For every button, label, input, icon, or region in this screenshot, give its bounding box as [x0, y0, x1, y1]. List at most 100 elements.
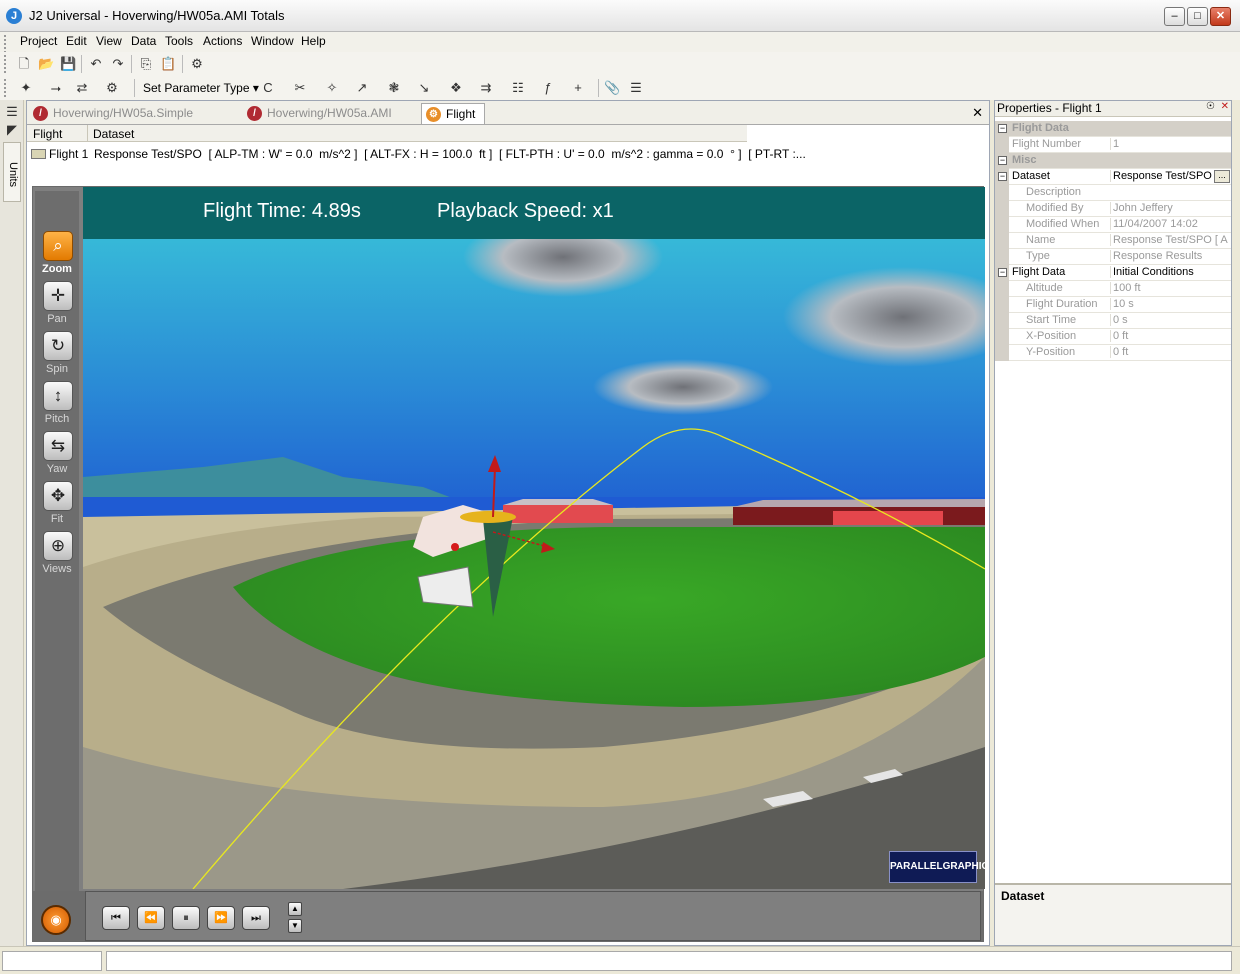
- spin-label: Spin: [45, 363, 69, 375]
- menu-edit[interactable]: Edit: [66, 34, 87, 48]
- function-icon[interactable]: ƒ: [540, 80, 556, 96]
- property-name: Misc: [1012, 154, 1037, 166]
- copy-icon[interactable]: ⎘: [138, 56, 154, 72]
- graph-tool-icon[interactable]: ⭢: [48, 80, 64, 96]
- rotor-icon[interactable]: ✧: [324, 80, 340, 96]
- paste-icon[interactable]: 📋: [160, 56, 176, 72]
- navigation-toolbar: ⌕ Zoom ✛ Pan ↻ Spin ↕ Pitch ⇆ Yaw ✥ Fit …: [35, 191, 79, 937]
- hoverwing-icon: /: [247, 106, 262, 121]
- menu-help[interactable]: Help: [301, 34, 326, 48]
- property-row[interactable]: Modified When 11/04/2007 14:02: [995, 217, 1231, 233]
- camera-icon[interactable]: ◉: [41, 905, 71, 935]
- engine-icon[interactable]: ❃: [386, 80, 402, 96]
- property-row[interactable]: Type Response Results: [995, 249, 1231, 265]
- fast-forward-button[interactable]: ⏩: [207, 906, 235, 930]
- tab-flight-1[interactable]: ⚙ Flight 1: [421, 103, 485, 141]
- collapse-icon[interactable]: −: [998, 124, 1007, 133]
- axis-icon[interactable]: ↘: [416, 80, 432, 96]
- menu-window[interactable]: Window: [251, 34, 294, 48]
- property-category[interactable]: − Misc: [995, 153, 1231, 169]
- pin-icon[interactable]: ☉: [1206, 101, 1215, 112]
- explorer-icon[interactable]: ☰: [4, 104, 20, 120]
- minimize-button[interactable]: –: [1164, 7, 1185, 26]
- open-folder-icon[interactable]: 📂: [38, 56, 54, 72]
- property-value[interactable]: Initial Conditions: [1110, 266, 1229, 278]
- speed-up-icon[interactable]: ▲: [288, 902, 302, 916]
- close-button[interactable]: ✕: [1210, 7, 1231, 26]
- settings-gear-icon[interactable]: ⚙: [104, 80, 120, 96]
- speed-down-icon[interactable]: ▼: [288, 919, 302, 933]
- link-tool-icon[interactable]: ⇄: [74, 80, 90, 96]
- skip-to-start-button[interactable]: ⏮: [102, 906, 130, 930]
- menu-view[interactable]: View: [96, 34, 122, 48]
- column-header-flight[interactable]: Flight: [33, 127, 62, 141]
- flight-row-icon: [31, 149, 46, 159]
- views-icon[interactable]: ⊕: [43, 531, 73, 561]
- menu-tools[interactable]: Tools: [165, 34, 193, 48]
- pause-button[interactable]: ⏸: [172, 906, 200, 930]
- connector-icon[interactable]: ⇉: [478, 80, 494, 96]
- property-row[interactable]: Modified By John Jeffery: [995, 201, 1231, 217]
- property-row[interactable]: − Dataset Response Test/SPO...: [995, 169, 1231, 185]
- redo-icon[interactable]: ↷: [110, 56, 126, 72]
- property-row[interactable]: − Flight Data Initial Conditions: [995, 265, 1231, 281]
- units-tab[interactable]: Units: [3, 142, 21, 202]
- collapse-icon[interactable]: −: [998, 156, 1007, 165]
- new-file-icon[interactable]: 🗋: [16, 56, 32, 72]
- skip-to-end-button[interactable]: ⏭: [242, 906, 270, 930]
- toolbar-separator: [134, 79, 135, 97]
- property-row[interactable]: Flight Duration 10 s: [995, 297, 1231, 313]
- close-document-icon[interactable]: ✕: [972, 105, 983, 121]
- tab-simple-geometric[interactable]: / Hoverwing/HW05a.Simple Geometric: [29, 103, 241, 140]
- collapse-icon[interactable]: −: [998, 268, 1007, 277]
- menu-actions[interactable]: Actions: [203, 34, 242, 48]
- table-row[interactable]: Flight 1 Response Test/SPO [ ALP-TM : W'…: [27, 145, 989, 163]
- simulation-scene[interactable]: Flight Time: 4.89s Playback Speed: x1 PA…: [83, 187, 985, 889]
- property-value[interactable]: Response Test/SPO: [1110, 170, 1229, 182]
- zoom-icon[interactable]: ⌕: [43, 231, 73, 261]
- add-parameter-icon[interactable]: C: [260, 80, 276, 96]
- close-panel-icon[interactable]: ✕: [1221, 101, 1229, 112]
- spin-icon[interactable]: ↻: [43, 331, 73, 361]
- browse-ellipsis-button[interactable]: ...: [1214, 170, 1230, 183]
- run-tool-icon[interactable]: ⚙: [189, 56, 205, 72]
- maximize-button[interactable]: □: [1187, 7, 1208, 26]
- tree-view-icon[interactable]: ☰: [628, 80, 644, 96]
- tab-ami-totals[interactable]: / Hoverwing/HW05a.AMI Totals: [243, 103, 421, 140]
- pitch-label: Pitch: [44, 413, 70, 425]
- property-row[interactable]: Name Response Test/SPO [ A: [995, 233, 1231, 249]
- property-row[interactable]: Start Time 0 s: [995, 313, 1231, 329]
- units-label: Units: [7, 162, 19, 188]
- menu-project[interactable]: Project: [20, 34, 57, 48]
- wing-icon[interactable]: ↗: [354, 80, 370, 96]
- model-tool-icon[interactable]: ✦: [18, 80, 34, 96]
- component-icon[interactable]: ✂: [292, 80, 308, 96]
- property-row[interactable]: Y-Position 0 ft: [995, 345, 1231, 361]
- pan-icon[interactable]: ✛: [43, 281, 73, 311]
- ruler-icon[interactable]: ◤: [4, 122, 20, 138]
- set-parameter-type-dropdown[interactable]: Set Parameter Type ▾: [143, 81, 259, 95]
- column-header-dataset[interactable]: Dataset: [93, 127, 134, 141]
- rewind-button[interactable]: ⏪: [137, 906, 165, 930]
- yaw-icon[interactable]: ⇆: [43, 431, 73, 461]
- collapse-icon[interactable]: −: [998, 172, 1007, 181]
- table-icon[interactable]: ☷: [510, 80, 526, 96]
- property-category[interactable]: − Flight Data: [995, 121, 1231, 137]
- toolbar-separator: [182, 55, 183, 73]
- property-row[interactable]: Description: [995, 185, 1231, 201]
- grid-header: Flight Dataset: [27, 125, 747, 142]
- save-icon[interactable]: 💾: [60, 56, 76, 72]
- menu-data[interactable]: Data: [131, 34, 156, 48]
- undo-icon[interactable]: ↶: [88, 56, 104, 72]
- property-row[interactable]: Altitude 100 ft: [995, 281, 1231, 297]
- property-gutter: [995, 217, 1009, 233]
- attach-icon[interactable]: 📎: [604, 80, 620, 96]
- body-icon[interactable]: ❖: [448, 80, 464, 96]
- property-row[interactable]: X-Position 0 ft: [995, 329, 1231, 345]
- property-row[interactable]: Flight Number 1: [995, 137, 1231, 153]
- fit-icon[interactable]: ✥: [43, 481, 73, 511]
- property-value: 0 ft: [1110, 330, 1229, 342]
- toolbar-separator: [598, 79, 599, 97]
- pitch-icon[interactable]: ↕: [43, 381, 73, 411]
- plus-icon[interactable]: +: [570, 80, 586, 96]
